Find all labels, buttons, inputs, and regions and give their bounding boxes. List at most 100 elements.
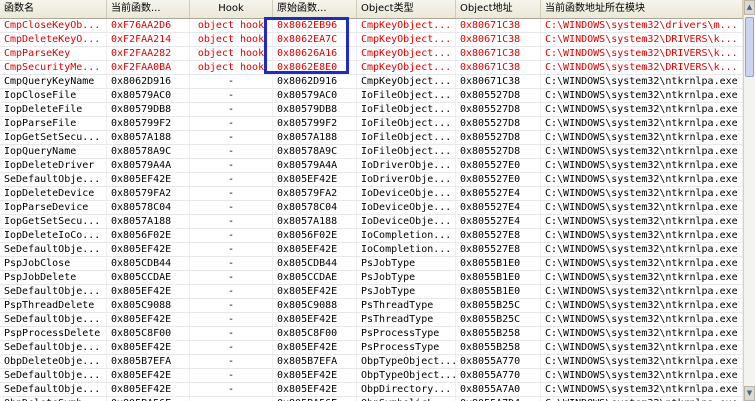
cell-original-address: 0x80578C04 — [273, 201, 357, 214]
cell-function-name: SeDefaultObje... — [0, 341, 107, 354]
cell-object-type: PsJobType — [357, 285, 456, 298]
table-row[interactable]: IopGetSetSecu... 0x8057A188-0x8057A188 IoF… — [0, 131, 743, 145]
cell-object-address: 0x805527E0 — [456, 159, 541, 172]
cell-module-path: C:\WINDOWS\system32\ntkrnlpa.exe — [541, 285, 743, 298]
cell-object-type: CmpKeyObject... — [357, 61, 456, 74]
table-row[interactable]: CmpDeleteKeyO... 0xF2FAA214 object hook 0x8… — [0, 33, 743, 47]
cell-function-name: IopDeleteDevice — [0, 187, 107, 200]
cell-current-address: 0x805EF42E — [107, 369, 190, 382]
table-row[interactable]: CmpSecurityMe... 0xF2FAA0BA object hook 0x8… — [0, 61, 743, 75]
table-row[interactable]: IopQueryName 0x80578A9C -0x80578A9C IoFileO… — [0, 145, 743, 159]
vertical-scrollbar[interactable]: ▲ ▼ — [743, 0, 755, 401]
table-row[interactable]: ObpDeleteObje... 0x805B7EFA -0x805B7EFA Obp… — [0, 355, 743, 369]
cell-original-address: 0x805EF42E — [273, 313, 357, 326]
cell-current-address: 0x805BA56E — [107, 397, 190, 401]
cell-object-type: IoDeviceObje... — [357, 201, 456, 214]
table-row[interactable]: IopDeleteFile 0x80579DB8-0x80579DB8 IoFile… — [0, 103, 743, 117]
cell-object-type: IoDriverObje... — [357, 159, 456, 172]
table-row[interactable]: PspJobClose 0x805CDB44-0x805CDB44 PsJobTyp… — [0, 257, 743, 271]
cell-object-type: PsJobType — [357, 271, 456, 284]
cell-module-path: C:\WINDOWS\system32\ntkrnlpa.exe — [541, 271, 743, 284]
cell-object-address: 0x8055A770 — [456, 369, 541, 382]
column-header-module[interactable]: 当前函数地址所在模块 — [541, 0, 743, 18]
cell-hook-type: - — [190, 327, 273, 340]
cell-original-address: 0x805EF42E — [273, 243, 357, 256]
cell-original-address: 0x805EF42E — [273, 383, 357, 396]
cell-object-address: 0x805527D8 — [456, 103, 541, 116]
table-row[interactable]: IopCloseFile 0x80579AC0-0x80579AC0 IoFileO… — [0, 89, 743, 103]
column-header-object-type[interactable]: Object类型 — [357, 0, 456, 18]
cell-hook-type: - — [190, 159, 273, 172]
cell-object-address: 0x80671C38 — [456, 47, 541, 60]
table-row[interactable]: SeDefaultObje... 0x805EF42E -0x805EF42E PsP… — [0, 341, 743, 355]
cell-function-name: PspThreadDelete — [0, 299, 107, 312]
cell-module-path: C:\WINDOWS\system32\ntkrnlpa.exe — [541, 215, 743, 228]
table-row[interactable]: SeDefaultObje... 0x805EF42E -0x805EF42E Obp… — [0, 383, 743, 397]
cell-object-type: PsJobType — [357, 257, 456, 270]
column-header-original-function[interactable]: 原始函数... — [273, 0, 357, 18]
table-row[interactable]: SeDefaultObje... 0x805EF42E -0x805EF42E IoC… — [0, 243, 743, 257]
cell-hook-type: - — [190, 173, 273, 186]
cell-hook-type: - — [190, 243, 273, 256]
table-row[interactable]: CmpCloseKeyOb... 0xF76AA2D6 object hook 0x8… — [0, 19, 743, 33]
table-row[interactable]: PspJobDelete 0x805CCDAE -0x805CCDAE PsJobTy… — [0, 271, 743, 285]
scrollbar-thumb[interactable] — [745, 17, 754, 77]
cell-object-type: IoDriverObje... — [357, 173, 456, 186]
column-header-object-address[interactable]: Object地址 — [456, 0, 541, 18]
cell-function-name: IopDeleteIoCo... — [0, 229, 107, 242]
cell-module-path: C:\WINDOWS\system32\ntkrnlpa.exe — [541, 327, 743, 340]
cell-original-address: 0x8057A188 — [273, 131, 357, 144]
cell-object-type: CmpKeyObject... — [357, 47, 456, 60]
cell-module-path: C:\WINDOWS\system32\DRIVERS\k... — [541, 33, 743, 46]
cell-object-address: 0x8055B258 — [456, 327, 541, 340]
table-row[interactable]: SeDefaultObje... 0x805EF42E -0x805EF42E IoD… — [0, 173, 743, 187]
cell-object-type: IoFileObject... — [357, 89, 456, 102]
cell-object-address: 0x805527E4 — [456, 215, 541, 228]
cell-object-type: PsThreadType — [357, 313, 456, 326]
table-row[interactable]: IopParseDevice 0x80578C04-0x80578C04 IoDev… — [0, 201, 743, 215]
cell-current-address: 0x80578C04 — [107, 201, 190, 214]
cell-object-address: 0x80671C38 — [456, 75, 541, 88]
cell-hook-type: - — [190, 257, 273, 270]
cell-original-address: 0x80579AC0 — [273, 89, 357, 102]
cell-current-address: 0x8056F02E — [107, 229, 190, 242]
cell-function-name: CmpQueryKeyName — [0, 75, 107, 88]
cell-object-type: ObpSymbolicL... — [357, 397, 456, 401]
cell-hook-type: - — [190, 75, 273, 88]
cell-current-address: 0x805799F2 — [107, 117, 190, 130]
table-row[interactable]: SeDefaultObje... 0x805EF42E -0x805EF42E PsT… — [0, 313, 743, 327]
cell-current-address: 0x805EF42E — [107, 173, 190, 186]
cell-current-address: 0x805EF42E — [107, 313, 190, 326]
cell-hook-type: object hook — [190, 61, 273, 74]
column-header-function-name[interactable]: 函数名 — [0, 0, 107, 18]
cell-current-address: 0x80579AC0 — [107, 89, 190, 102]
table-row[interactable]: IopDeleteIoCo... 0x8056F02E -0x8056F02E IoC… — [0, 229, 743, 243]
table-row[interactable]: IopDeleteDevice 0x80579FA2-0x80579FA2 IoDe… — [0, 187, 743, 201]
table-row[interactable]: CmpParseKey 0xF2FAA282 object hook 0x80626A… — [0, 47, 743, 61]
cell-module-path: C:\WINDOWS\system32\ntkrnlpa.exe — [541, 89, 743, 102]
cell-function-name: CmpSecurityMe... — [0, 61, 107, 74]
table-row[interactable]: ObpDeleteSymb...0x805BA56E-0x805BA56EObp… — [0, 397, 743, 401]
scroll-up-arrow-icon[interactable]: ▲ — [744, 0, 755, 15]
cell-module-path: C:\WINDOWS\system32\DRIVERS\k... — [541, 61, 743, 74]
cell-function-name: IopQueryName — [0, 145, 107, 158]
column-header-current-function[interactable]: 当前函数... — [107, 0, 190, 18]
table-row[interactable]: IopGetSetSecu... 0x8057A188-0x8057A188 IoD… — [0, 215, 743, 229]
table-row[interactable]: PspProcessDelete 0x805C8F00-0x805C8F00 PsP… — [0, 327, 743, 341]
cell-object-address: 0x8055A7D4 — [456, 397, 541, 401]
column-header-hook[interactable]: Hook — [190, 0, 273, 18]
table-row[interactable]: IopParseFile 0x805799F2-0x805799F2 IoFileO… — [0, 117, 743, 131]
table-row[interactable]: CmpQueryKeyName 0x8062D916-0x8062D916 CmpK… — [0, 75, 743, 89]
table-row[interactable]: PspThreadDelete 0x805C9088-0x805C9088 PsTh… — [0, 299, 743, 313]
cell-function-name: IopDeleteFile — [0, 103, 107, 116]
cell-function-name: ObpDeleteObje... — [0, 355, 107, 368]
cell-function-name: SeDefaultObje... — [0, 243, 107, 256]
scroll-down-arrow-icon[interactable]: ▼ — [744, 386, 755, 401]
table-row[interactable]: SeDefaultObje... 0x805EF42E -0x805EF42E Obp… — [0, 369, 743, 383]
table-row[interactable]: SeDefaultObje... 0x805EF42E -0x805EF42E PsJ… — [0, 285, 743, 299]
cell-object-type: CmpKeyObject... — [357, 33, 456, 46]
cell-current-address: 0x805EF42E — [107, 383, 190, 396]
cell-module-path: C:\WINDOWS\system32\ntkrnlpa.exe — [541, 243, 743, 256]
table-row[interactable]: IopDeleteDriver 0x80579A4A -0x80579A4A IoDr… — [0, 159, 743, 173]
cell-module-path: C:\WINDOWS\system32\ntkrnlpa.exe — [541, 117, 743, 130]
